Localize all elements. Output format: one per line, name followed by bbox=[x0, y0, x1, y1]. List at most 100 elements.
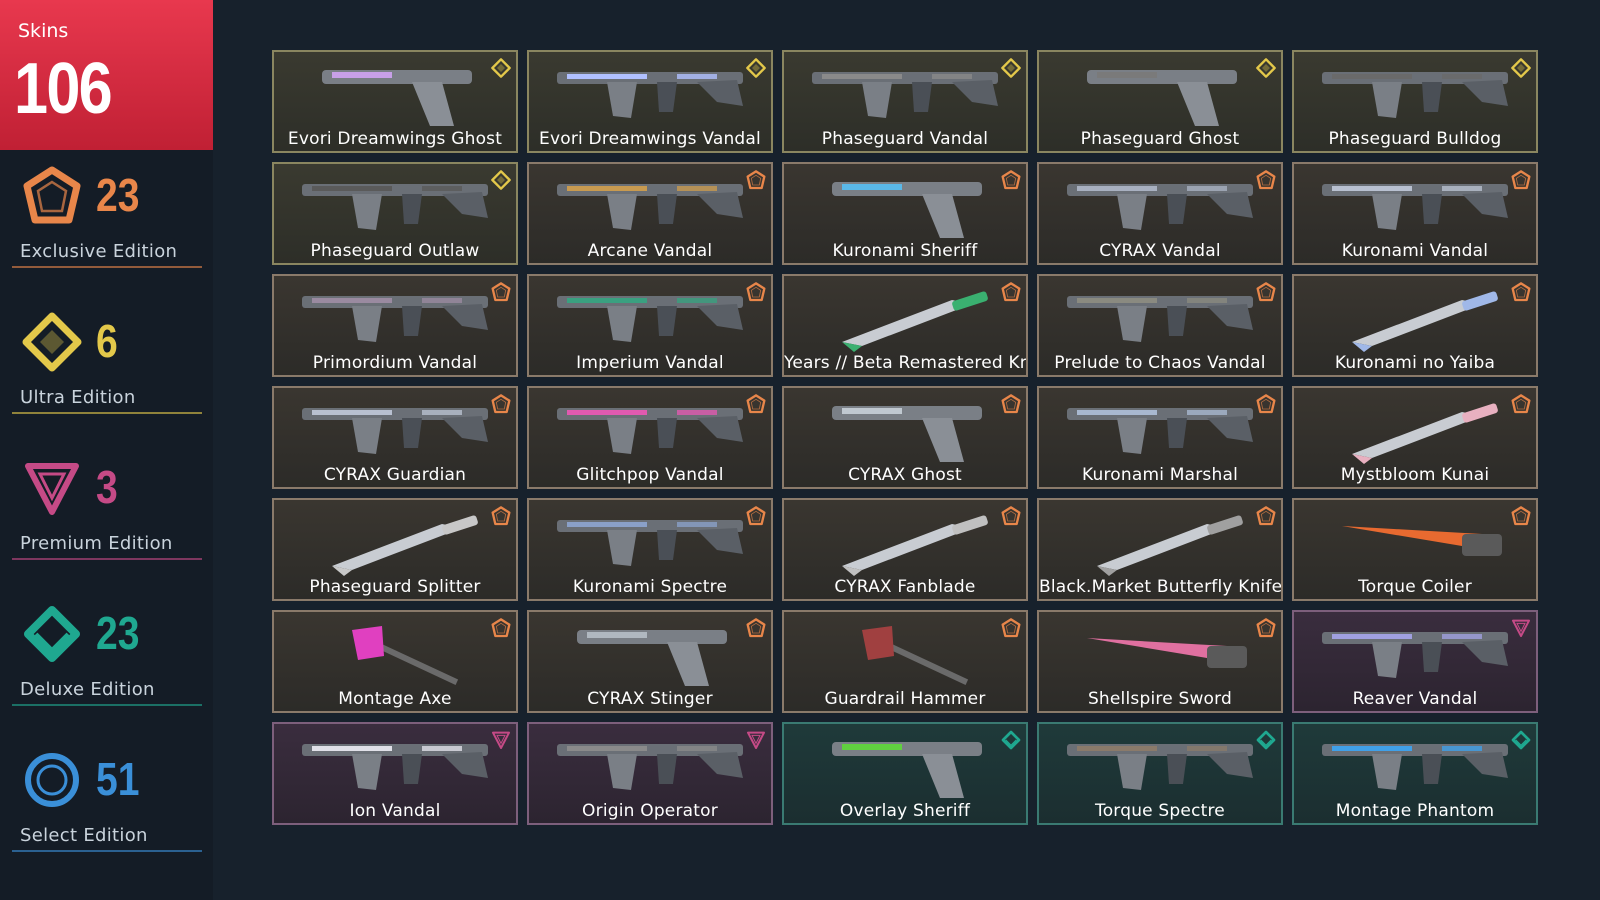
skin-card[interactable]: Glitchpop Vandal bbox=[527, 386, 773, 489]
tier-badge-icon bbox=[491, 730, 511, 750]
skin-name: Origin Operator bbox=[582, 801, 718, 821]
weapon-image bbox=[302, 744, 488, 790]
skin-name: Prelude to Chaos Vandal bbox=[1054, 353, 1266, 373]
skin-card[interactable]: Prelude to Chaos Vandal bbox=[1037, 274, 1283, 377]
weapon-image bbox=[352, 626, 459, 685]
tier-deluxe: 23 Deluxe Edition bbox=[12, 598, 202, 718]
skin-card[interactable]: Phaseguard Outlaw bbox=[272, 162, 518, 265]
skin-name: CYRAX Stinger bbox=[587, 689, 713, 709]
skin-card[interactable]: Kuronami Spectre bbox=[527, 498, 773, 601]
tier-count: 23 bbox=[96, 607, 140, 659]
tier-badge-icon bbox=[746, 170, 766, 190]
skin-name: Kuronami Marshal bbox=[1081, 465, 1239, 485]
skin-name: CYRAX Vandal bbox=[1099, 241, 1221, 261]
skins-grid: Evori Dreamwings Ghost Evori Dreamwings V… bbox=[272, 50, 1538, 825]
tier-badge-icon bbox=[746, 282, 766, 302]
skin-card[interactable]: CYRAX Ghost bbox=[782, 386, 1028, 489]
skin-name: Kuronami Spectre bbox=[572, 577, 728, 597]
tier-badge-icon bbox=[746, 58, 766, 78]
tier-badge-icon bbox=[1001, 282, 1021, 302]
tier-sidebar: Skins 106 23 Exclusive Edition 6 Ultra Edit… bbox=[0, 0, 213, 900]
weapon-image bbox=[557, 72, 743, 118]
skin-card[interactable]: Kuronami Sheriff bbox=[782, 162, 1028, 265]
skin-card[interactable]: Primordium Vandal bbox=[272, 274, 518, 377]
skin-card[interactable]: Ion Vandal bbox=[272, 722, 518, 825]
skin-card[interactable]: Years // Beta Remastered Kni bbox=[782, 274, 1028, 377]
skin-name: Montage Phantom bbox=[1335, 801, 1495, 821]
skin-card[interactable]: Kuronami Vandal bbox=[1292, 162, 1538, 265]
skin-card[interactable]: Montage Phantom bbox=[1292, 722, 1538, 825]
skin-card[interactable]: Arcane Vandal bbox=[527, 162, 773, 265]
skin-card[interactable]: CYRAX Fanblade bbox=[782, 498, 1028, 601]
weapon-image bbox=[1322, 744, 1508, 790]
skin-card[interactable]: CYRAX Stinger bbox=[527, 610, 773, 713]
skin-name: Shellspire Sword bbox=[1087, 689, 1233, 709]
skin-card[interactable]: Torque Spectre bbox=[1037, 722, 1283, 825]
tier-badge-icon bbox=[1511, 506, 1531, 526]
tier-badge-icon bbox=[1511, 618, 1531, 638]
weapon-image bbox=[1087, 638, 1247, 668]
weapon-image bbox=[557, 520, 743, 566]
skin-name: Kuronami Vandal bbox=[1341, 241, 1489, 261]
skin-name: Black.Market Butterfly Knife bbox=[1039, 577, 1281, 597]
tier-badge-icon bbox=[746, 506, 766, 526]
skin-name: Guardrail Hammer bbox=[824, 689, 986, 709]
skin-name: Evori Dreamwings Vandal bbox=[539, 129, 761, 149]
tier-badge-icon bbox=[1511, 730, 1531, 750]
weapon-image bbox=[812, 72, 998, 118]
skin-card[interactable]: Torque Coiler bbox=[1292, 498, 1538, 601]
weapon-image bbox=[832, 742, 982, 798]
exclusive-pentagon-icon bbox=[22, 166, 82, 226]
skin-name: Ion Vandal bbox=[349, 801, 441, 821]
weapon-image bbox=[1342, 526, 1502, 556]
skin-name: Torque Coiler bbox=[1358, 577, 1472, 597]
tier-badge-icon bbox=[491, 394, 511, 414]
skin-card[interactable]: Kuronami no Yaiba bbox=[1292, 274, 1538, 377]
deluxe-rhombus-icon bbox=[22, 604, 82, 664]
total-skins-count: 106 bbox=[14, 49, 113, 129]
tier-badge-icon bbox=[1001, 730, 1021, 750]
weapon-image bbox=[557, 184, 743, 230]
tier-badge-icon bbox=[1001, 394, 1021, 414]
weapon-image bbox=[557, 296, 743, 342]
skin-card[interactable]: Phaseguard Ghost bbox=[1037, 50, 1283, 153]
skin-card[interactable]: Shellspire Sword bbox=[1037, 610, 1283, 713]
tier-badge-icon bbox=[1256, 394, 1276, 414]
skin-name: Phaseguard Ghost bbox=[1080, 129, 1240, 149]
weapon-image bbox=[557, 408, 743, 454]
skin-name: Glitchpop Vandal bbox=[576, 465, 724, 485]
skin-name: Phaseguard Bulldog bbox=[1328, 129, 1502, 149]
tier-badge-icon bbox=[1001, 58, 1021, 78]
weapon-image bbox=[1322, 632, 1508, 678]
skin-card[interactable]: CYRAX Guardian bbox=[272, 386, 518, 489]
skin-card[interactable]: Mystbloom Kunai bbox=[1292, 386, 1538, 489]
tier-ultra: 6 Ultra Edition bbox=[12, 306, 202, 426]
skin-card[interactable]: Montage Axe bbox=[272, 610, 518, 713]
skin-card[interactable]: Imperium Vandal bbox=[527, 274, 773, 377]
skin-card[interactable]: Evori Dreamwings Vandal bbox=[527, 50, 773, 153]
skin-card[interactable]: Phaseguard Bulldog bbox=[1292, 50, 1538, 153]
tier-divider bbox=[12, 558, 202, 560]
skin-name: Mystbloom Kunai bbox=[1340, 465, 1490, 485]
weapon-image bbox=[332, 515, 478, 576]
skin-card[interactable]: Evori Dreamwings Ghost bbox=[272, 50, 518, 153]
skin-card[interactable]: CYRAX Vandal bbox=[1037, 162, 1283, 265]
skin-card[interactable]: Guardrail Hammer bbox=[782, 610, 1028, 713]
skin-card[interactable]: Overlay Sheriff bbox=[782, 722, 1028, 825]
total-skins-label: Skins bbox=[18, 20, 69, 42]
weapon-image bbox=[1067, 744, 1253, 790]
skin-card[interactable]: Phaseguard Splitter bbox=[272, 498, 518, 601]
skin-card[interactable]: Black.Market Butterfly Knife bbox=[1037, 498, 1283, 601]
weapon-image bbox=[862, 626, 969, 685]
weapon-image bbox=[1067, 408, 1253, 454]
premium-triangle-icon bbox=[22, 458, 82, 518]
tier-divider bbox=[12, 266, 202, 268]
weapon-image bbox=[832, 182, 982, 238]
skin-name: Overlay Sheriff bbox=[839, 801, 971, 821]
skin-card[interactable]: Reaver Vandal bbox=[1292, 610, 1538, 713]
skin-name: Evori Dreamwings Ghost bbox=[287, 129, 503, 149]
skin-card[interactable]: Kuronami Marshal bbox=[1037, 386, 1283, 489]
weapon-image bbox=[1097, 515, 1243, 576]
skin-card[interactable]: Phaseguard Vandal bbox=[782, 50, 1028, 153]
skin-card[interactable]: Origin Operator bbox=[527, 722, 773, 825]
